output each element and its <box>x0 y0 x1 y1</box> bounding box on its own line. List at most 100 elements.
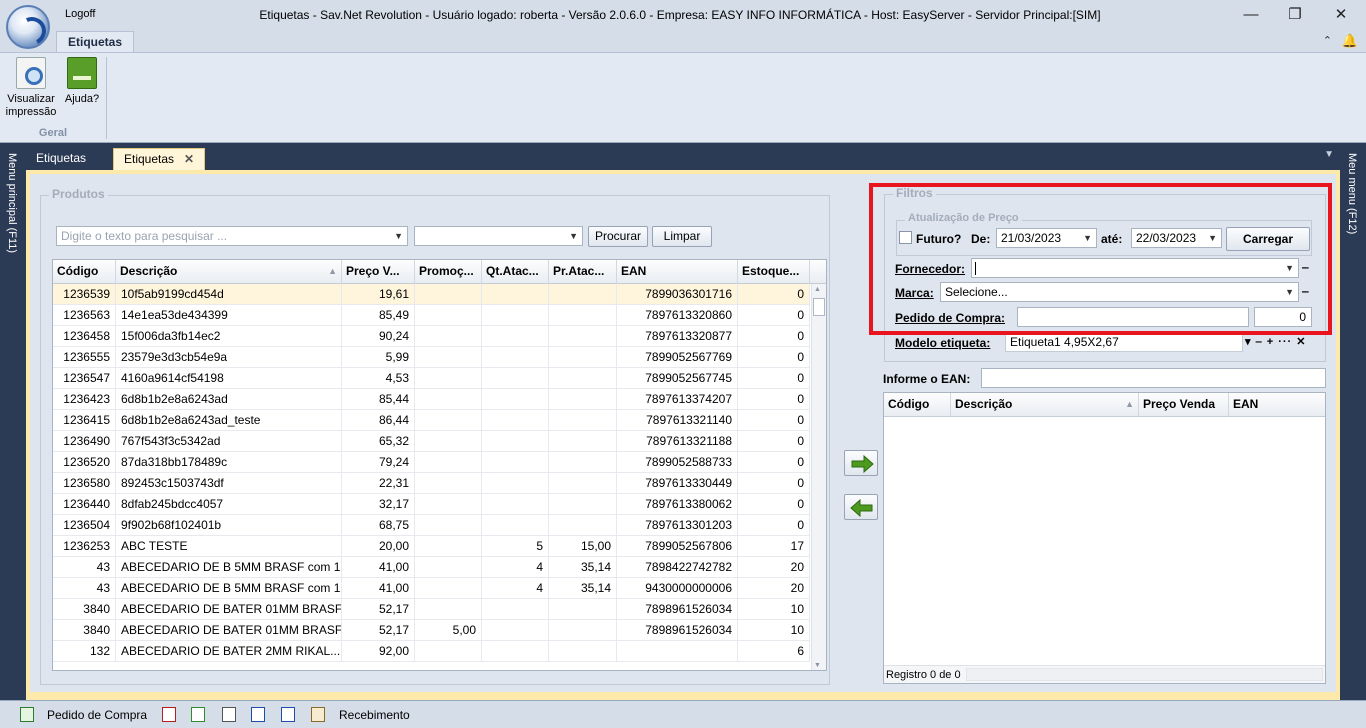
table-row[interactable]: 1236415 6d8b1b2e8a6243ad_teste 86,44 789761… <box>53 410 810 431</box>
table-row[interactable]: 1236547 4160a9614cf54198 4,53 7899052567745… <box>53 368 810 389</box>
meu-menu-label[interactable]: Meu menu (F12) <box>1346 153 1358 234</box>
ean-input[interactable] <box>981 368 1326 388</box>
visualizar-impressao-button[interactable]: Visualizar impressão <box>4 57 58 119</box>
doc-tab-etiquetas-1[interactable]: Etiquetas <box>26 148 96 170</box>
table-row[interactable]: 1236253 ABC TESTE 20,00 5 15,00 7899052567806… <box>53 536 810 557</box>
chevron-down-icon[interactable]: ▼ <box>394 227 403 245</box>
recebimento-link[interactable]: Recebimento <box>339 708 410 722</box>
ribbon-tab-etiquetas[interactable]: Etiquetas <box>56 31 134 52</box>
right-side-strip[interactable]: Meu menu (F12) <box>1340 143 1366 700</box>
col-promocao[interactable]: Promoç... <box>415 260 482 284</box>
cell-promocao <box>415 389 482 410</box>
app-logo-icon[interactable] <box>6 5 50 49</box>
cell-estoque: 0 <box>738 368 810 389</box>
col-descricao-label: Descrição <box>120 264 178 278</box>
minimize-button[interactable]: — <box>1236 4 1266 26</box>
scroll-down-icon[interactable]: ▼ <box>814 662 821 669</box>
table-row[interactable]: 1236580 892453c1503743df 22,31 789761333044… <box>53 473 810 494</box>
restore-button[interactable]: ❐ <box>1280 4 1310 26</box>
col-preco[interactable]: Preço V... <box>342 260 415 284</box>
cell-codigo: 1236539 <box>53 284 116 305</box>
limpar-button[interactable]: Limpar <box>652 226 712 247</box>
left-side-strip[interactable]: Menu principal (F11) <box>0 143 26 700</box>
cell-preco: 41,00 <box>342 578 415 599</box>
ajuda-button[interactable]: Ajuda? <box>62 57 102 106</box>
cell-estoque: 0 <box>738 431 810 452</box>
application-window: Logoff Etiquetas - Sav.Net Revolution - … <box>0 0 1366 728</box>
table-row[interactable]: 1236539 10f5ab9199cd454d 19,61 789903630171… <box>53 284 810 305</box>
col-estoque[interactable]: Estoque... <box>738 260 810 284</box>
report-green-icon[interactable] <box>191 707 205 722</box>
word-document-icon[interactable] <box>251 707 265 722</box>
procurar-button[interactable]: Procurar <box>588 226 648 247</box>
pedido-compra-link[interactable]: Pedido de Compra <box>47 708 147 722</box>
table-row[interactable]: 1236440 8dfab245bdcc4057 32,17 789761338006… <box>53 494 810 515</box>
ean-col-ean[interactable]: EAN <box>1229 393 1325 417</box>
produtos-scrollbar[interactable]: ▲ ▼ <box>811 284 826 670</box>
modelo-etiqueta-actions[interactable]: ▾ ‒ + ··· ✕ <box>1245 335 1307 348</box>
cell-pr-atacado <box>549 431 617 452</box>
cell-preco: 52,17 <box>342 599 415 620</box>
cell-descricao: 6d8b1b2e8a6243ad <box>116 389 342 410</box>
col-codigo[interactable]: Código <box>53 260 116 284</box>
table-row[interactable]: 1236458 15f006da3fb14ec2 90,24 789761332087… <box>53 326 810 347</box>
table-row[interactable]: 3840 ABECEDARIO DE BATER 01MM BRASF 52,17 7… <box>53 599 810 620</box>
cell-pr-atacado: 15,00 <box>549 536 617 557</box>
ean-col-codigo[interactable]: Código <box>884 393 951 417</box>
cell-pr-atacado <box>549 599 617 620</box>
col-pr-atacado[interactable]: Pr.Atac... <box>549 260 617 284</box>
table-row[interactable]: 3840 ABECEDARIO DE BATER 01MM BRASF 52,17 5… <box>53 620 810 641</box>
table-row[interactable]: 1236563 14e1ea53de434399 85,49 789761332086… <box>53 305 810 326</box>
cell-estoque: 10 <box>738 620 810 641</box>
add-to-list-button[interactable] <box>844 450 878 476</box>
cell-ean: 7898422742782 <box>617 557 738 578</box>
tab-list-dropdown-icon[interactable]: ▼ <box>1324 149 1334 160</box>
close-tab-icon[interactable]: ✕ <box>184 152 194 166</box>
report-red-icon[interactable] <box>162 707 176 722</box>
document-add-icon[interactable] <box>281 707 295 722</box>
remove-from-list-button[interactable] <box>844 494 878 520</box>
filtros-highlight-box <box>869 183 1332 335</box>
chevron-down-icon[interactable]: ▼ <box>569 227 578 245</box>
cell-estoque: 0 <box>738 326 810 347</box>
cell-promocao <box>415 494 482 515</box>
cell-descricao: 892453c1503743df <box>116 473 342 494</box>
col-ean[interactable]: EAN <box>617 260 738 284</box>
cell-pr-atacado <box>549 473 617 494</box>
ean-col-descricao[interactable]: Descrição ▲ <box>951 393 1139 417</box>
ean-col-preco[interactable]: Preço Venda <box>1139 393 1229 417</box>
notification-bell-icon[interactable]: 🔔 <box>1342 33 1358 49</box>
ribbon-collapse-icon[interactable]: ⌃ <box>1323 34 1332 47</box>
pedido-compra-icon[interactable] <box>20 707 34 722</box>
cell-ean: 7897613321188 <box>617 431 738 452</box>
close-window-button[interactable]: ✕ <box>1326 4 1356 26</box>
cell-promocao <box>415 641 482 662</box>
table-row[interactable]: 43 ABECEDARIO DE B 5MM BRASF com 12 41,00 4… <box>53 578 810 599</box>
cell-ean: 7898961526034 <box>617 620 738 641</box>
users-icon[interactable] <box>311 707 325 722</box>
doc-tab-etiquetas-2[interactable]: Etiquetas ✕ <box>113 148 206 170</box>
logoff-link[interactable]: Logoff <box>65 8 95 20</box>
filter-combo[interactable]: ▼ <box>414 226 583 246</box>
table-row[interactable]: 43 ABECEDARIO DE B 5MM BRASF com 12 41,00 4… <box>53 557 810 578</box>
cell-codigo: 1236580 <box>53 473 116 494</box>
cell-preco: 5,99 <box>342 347 415 368</box>
table-row[interactable]: 1236490 767f543f3c5342ad 65,32 789761332118… <box>53 431 810 452</box>
table-row[interactable]: 1236423 6d8b1b2e8a6243ad 85,44 789761337420… <box>53 389 810 410</box>
ean-hscrollbar[interactable] <box>966 668 1323 681</box>
menu-principal-label[interactable]: Menu principal (F11) <box>6 153 18 253</box>
modelo-etiqueta-select[interactable]: Etiqueta1 4,95X2,67 <box>1005 332 1243 352</box>
table-row[interactable]: 132 ABECEDARIO DE BATER 2MM RIKAL... 92,00… <box>53 641 810 662</box>
col-descricao[interactable]: Descrição ▲ <box>116 260 342 284</box>
document-icon[interactable] <box>222 707 236 722</box>
cell-codigo: 1236563 <box>53 305 116 326</box>
scroll-thumb[interactable] <box>813 298 825 316</box>
scroll-up-icon[interactable]: ▲ <box>814 286 821 293</box>
table-row[interactable]: 1236504 9f902b68f102401b 68,75 789761330120… <box>53 515 810 536</box>
search-input[interactable]: Digite o texto para pesquisar ... ▼ <box>56 226 408 246</box>
table-row[interactable]: 1236520 87da318bb178489c 79,24 789905258873… <box>53 452 810 473</box>
ribbon-panel: Visualizar impressão Ajuda? Geral <box>0 52 1366 143</box>
col-qt-atacado[interactable]: Qt.Atac... <box>482 260 549 284</box>
cell-codigo: 3840 <box>53 620 116 641</box>
table-row[interactable]: 1236555 23579e3d3cb54e9a 5,99 7899052567769… <box>53 347 810 368</box>
